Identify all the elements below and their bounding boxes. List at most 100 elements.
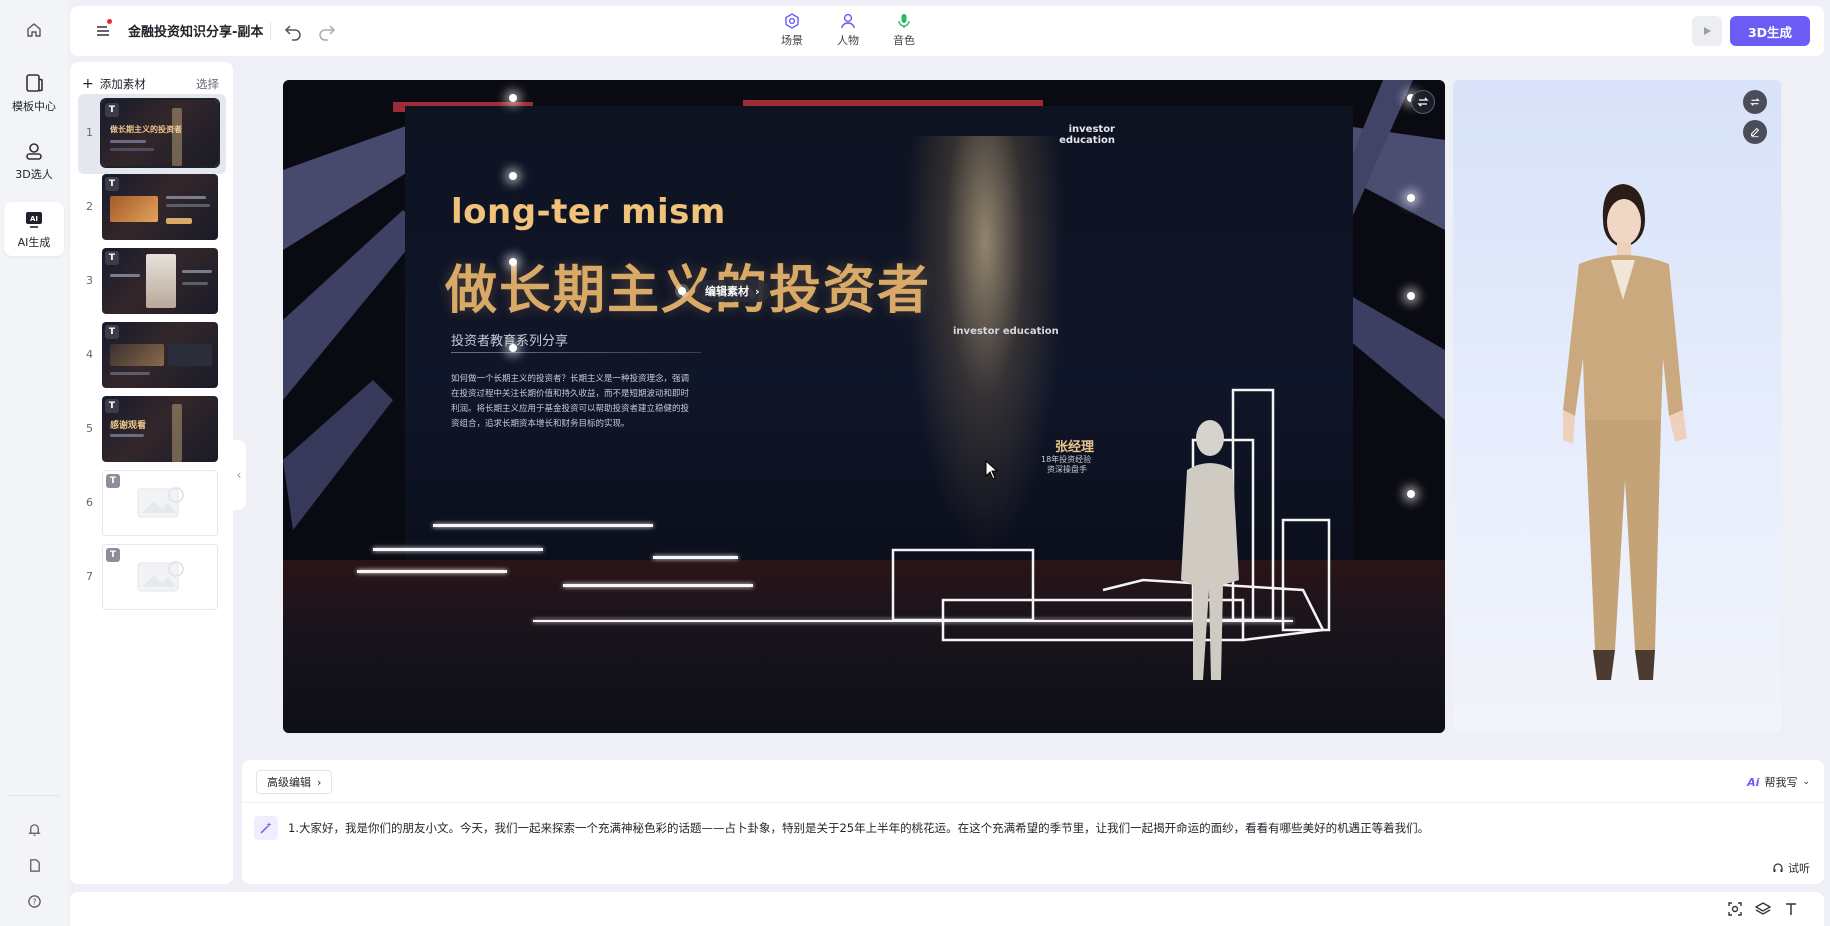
slide-item[interactable]: 4 T <box>78 316 226 396</box>
svg-text:AI: AI <box>30 215 38 223</box>
spotlight <box>1407 490 1415 498</box>
undo-icon[interactable] <box>282 20 304 42</box>
slide-number: 2 <box>86 200 93 213</box>
ai-generate-icon: AI <box>26 212 42 228</box>
add-material-button[interactable]: + 添加素材 <box>82 76 146 92</box>
image-placeholder-icon <box>137 487 184 518</box>
slide-main-heading[interactable]: 做长期主义的投资者 <box>445 248 931 323</box>
help-me-write-button[interactable]: Ai 帮我写 ⌄ <box>1747 774 1810 790</box>
slide-thumbnail: T 感谢观看 <box>102 396 218 462</box>
rail-item-ai-generate[interactable]: AI AI生成 <box>4 202 64 256</box>
rail-item-label: AI生成 <box>17 236 51 249</box>
tab-label: 场景 <box>781 34 803 47</box>
swap-avatar-icon[interactable] <box>1743 90 1767 114</box>
microphone-icon <box>898 14 910 28</box>
home-icon[interactable] <box>22 18 46 42</box>
avatar-select-icon <box>26 143 42 160</box>
person-icon <box>841 13 855 29</box>
headphones-icon <box>1773 863 1783 872</box>
tab-scene[interactable]: 场景 <box>772 12 812 48</box>
advanced-edit-label: 高级编辑 <box>267 776 311 789</box>
edit-material-button[interactable]: 编辑素材 › <box>695 280 770 302</box>
slide-item[interactable]: 3 T <box>78 242 226 322</box>
thumb-line <box>166 196 206 199</box>
spotlight <box>509 258 517 266</box>
text-badge-icon: T <box>105 325 119 339</box>
slide-divider <box>451 352 701 353</box>
select-button[interactable]: 选择 <box>196 76 219 92</box>
text-badge-icon: T <box>106 474 120 488</box>
bottom-toolbar <box>70 892 1824 926</box>
help-icon[interactable]: ? <box>22 889 46 913</box>
slide-number: 5 <box>86 422 93 435</box>
listen-button[interactable]: 试听 <box>1772 860 1810 876</box>
redo-icon[interactable] <box>316 20 338 42</box>
layers-icon[interactable] <box>1754 900 1772 918</box>
template-icon <box>26 74 43 92</box>
thumb-line <box>110 274 140 277</box>
slide-number: 3 <box>86 274 93 287</box>
text-badge-icon: T <box>106 548 120 562</box>
slide-item[interactable]: 5 T 感谢观看 <box>78 390 226 470</box>
spotlight <box>509 344 517 352</box>
chevron-right-icon: › <box>317 775 322 789</box>
text-badge-icon: T <box>105 103 119 117</box>
image-placeholder-icon <box>137 561 184 592</box>
left-rail: 模板中心 3D选人 AI AI生成 ? <box>0 0 68 926</box>
slide-thumbnail: T <box>102 470 218 536</box>
tab-label: 人物 <box>837 34 859 47</box>
play-button[interactable] <box>1692 16 1722 46</box>
tab-person[interactable]: 人物 <box>828 12 868 48</box>
document-icon[interactable] <box>22 853 46 877</box>
slide-item[interactable]: 1 T 做长期主义的投资者 <box>78 94 226 174</box>
thumb-light <box>172 108 182 166</box>
thumb-line <box>166 218 192 224</box>
edit-anchor-dot[interactable] <box>678 287 686 295</box>
advanced-edit-button[interactable]: 高级编辑 › <box>256 770 333 794</box>
play-icon <box>1704 27 1711 35</box>
spotlight <box>509 172 517 180</box>
3d-generate-button[interactable]: 3D生成 <box>1730 16 1810 46</box>
notification-dot <box>107 19 112 24</box>
screenshot-icon[interactable] <box>1726 900 1744 918</box>
slide-investor-education-top[interactable]: investor education <box>1035 124 1115 146</box>
collapse-panel-button[interactable]: ‹ <box>232 440 246 510</box>
thumb-light <box>172 404 182 462</box>
slide-long-term-text[interactable]: long-ter mism <box>451 192 726 232</box>
rail-item-label: 3D选人 <box>15 168 53 181</box>
rail-item-label: 模板中心 <box>12 100 56 113</box>
spotlight <box>509 94 517 102</box>
document-title[interactable]: 金融投资知识分享-副本 <box>128 21 263 40</box>
svg-text:?: ? <box>32 897 36 906</box>
help-me-write-label: 帮我写 <box>1764 776 1798 789</box>
slide-item[interactable]: 2 T <box>78 168 226 248</box>
edit-avatar-icon[interactable] <box>1743 120 1767 144</box>
toolbar-separator <box>270 22 271 40</box>
spotlight <box>1407 292 1415 300</box>
thumb-title: 感谢观看 <box>110 421 147 431</box>
stage-neon-strip <box>373 548 543 551</box>
swap-icon[interactable] <box>1411 90 1435 114</box>
tab-voice[interactable]: 音色 <box>884 12 924 48</box>
thumb-card <box>168 344 212 366</box>
text-icon[interactable] <box>1782 900 1800 918</box>
chevron-right-icon: › <box>755 284 760 298</box>
thumb-line <box>166 204 210 207</box>
slide-item[interactable]: 6 T <box>78 464 226 544</box>
scene-canvas[interactable]: long-ter mism 做长期主义的投资者 投资者教育系列分享 如何做一个长… <box>283 80 1445 733</box>
thumb-line <box>182 282 208 285</box>
stage-neon-strip <box>653 556 738 559</box>
stage-neon-strip <box>563 584 753 587</box>
magic-wand-icon[interactable] <box>254 816 278 840</box>
bell-icon[interactable] <box>22 817 46 841</box>
slide-item[interactable]: 7 T <box>78 538 226 618</box>
text-badge-icon: T <box>105 399 119 413</box>
stage-neon-strip <box>357 570 507 573</box>
thumb-line <box>182 270 212 273</box>
thumb-line <box>110 140 146 143</box>
slide-paragraph[interactable]: 如何做一个长期主义的投资者？长期主义是一种投资理念，强调在投资过程中关注长期价值… <box>451 372 691 432</box>
slide-number: 7 <box>86 570 93 583</box>
rail-item-template-center[interactable]: 模板中心 <box>4 66 64 120</box>
rail-item-3d-select[interactable]: 3D选人 <box>4 134 64 188</box>
script-text-input[interactable]: 1.大家好，我是你们的朋友小文。今天，我们一起来探索一个充满神秘色彩的话题——占… <box>288 820 1429 836</box>
